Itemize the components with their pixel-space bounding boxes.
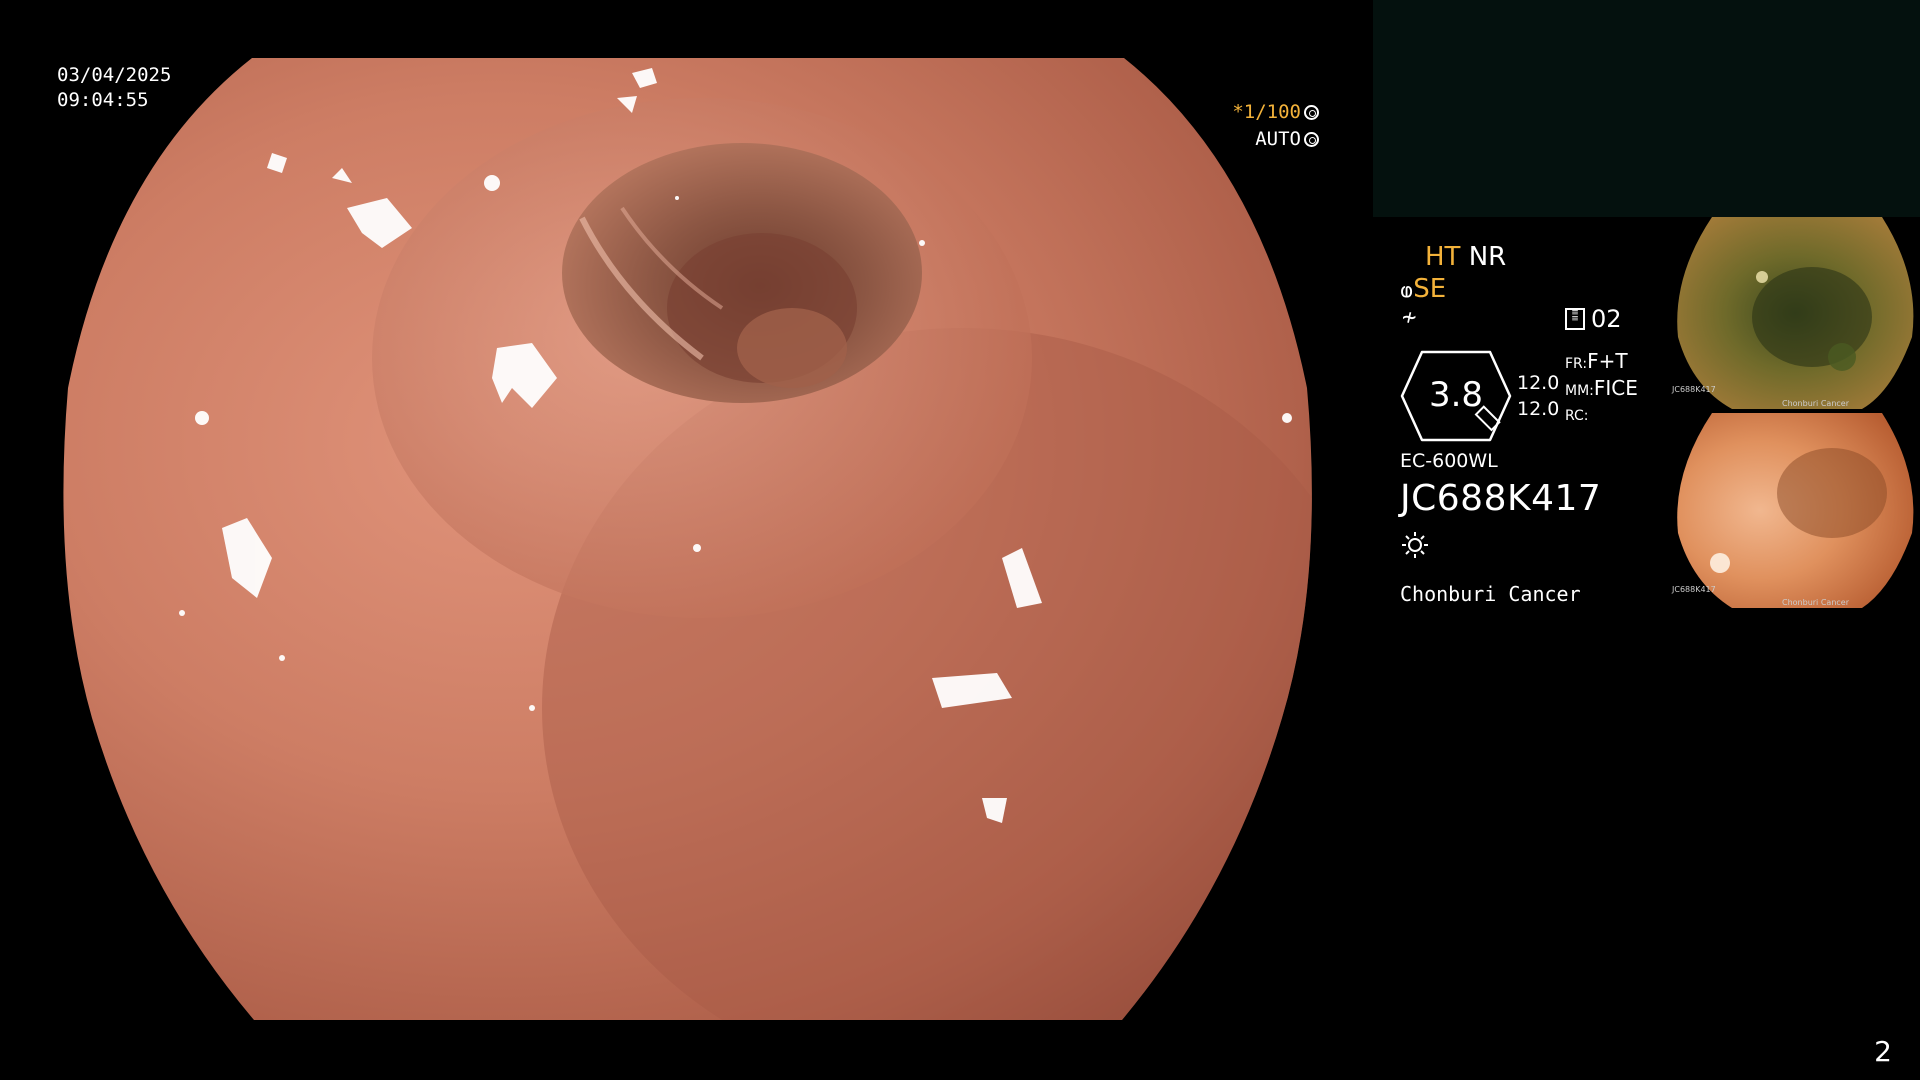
nr-label: NR: [1468, 242, 1507, 272]
value-1: 12.0: [1517, 372, 1560, 394]
mode-indicator: ≡ ≡ 02: [1565, 305, 1622, 333]
thumbnail-2-label: JC688K417: [1672, 585, 1716, 594]
thumbnail-image-1: [1672, 217, 1920, 409]
aperture-icon: [1304, 105, 1319, 120]
pip-blank-area: [1373, 0, 1920, 217]
se-indicator: ⱷSE: [1400, 274, 1446, 304]
ht-label: HT: [1425, 242, 1461, 272]
value-2: 12.0: [1517, 398, 1560, 420]
scope-serial: JC688K417: [1400, 478, 1602, 519]
settings-labels: FR:F+T MM:FICE RC:: [1565, 349, 1638, 428]
hospital-name: Chonburi Cancer: [1400, 582, 1581, 606]
memory-card-icon: ≡ ≡: [1565, 308, 1585, 330]
auto-mode: AUTO: [1255, 128, 1301, 150]
endoscope-view: [63, 58, 1312, 1020]
scope-model: EC-600WL: [1400, 450, 1498, 472]
ht-nr-indicator: HT NR: [1425, 242, 1506, 272]
auto-iris-icon: [1304, 132, 1319, 147]
thumbnail-1[interactable]: JC688K417 Chonburi Cancer: [1672, 217, 1920, 409]
shutter-speed: *1/100: [1232, 101, 1301, 123]
thumbnail-image-2: [1672, 413, 1920, 608]
fr-value: F+T: [1587, 349, 1628, 373]
page-number: 2: [1874, 1035, 1892, 1068]
se-label: SE: [1413, 274, 1447, 304]
thumbnail-2-footer: Chonburi Cancer: [1782, 598, 1849, 607]
thumbnail-1-footer: Chonburi Cancer: [1782, 399, 1849, 408]
rc-label: RC:: [1565, 408, 1589, 424]
numeric-values: 12.0 12.0: [1517, 370, 1559, 422]
thumbnail-2[interactable]: JC688K417 Chonburi Cancer: [1672, 413, 1920, 608]
sun-icon: [1402, 532, 1428, 558]
freeze-icon: ≁: [1402, 303, 1417, 331]
mm-value: FICE: [1593, 376, 1638, 400]
mm-label: MM:: [1565, 383, 1594, 399]
thumbnail-1-label: JC688K417: [1672, 385, 1716, 394]
scope-icon: ⱷ: [1400, 278, 1414, 302]
mode-number: 02: [1591, 305, 1622, 333]
zoom-value: 3.8: [1428, 375, 1484, 415]
fr-label: FR:: [1565, 356, 1588, 372]
shutter-indicator: *1/100 AUTO: [1232, 99, 1319, 153]
